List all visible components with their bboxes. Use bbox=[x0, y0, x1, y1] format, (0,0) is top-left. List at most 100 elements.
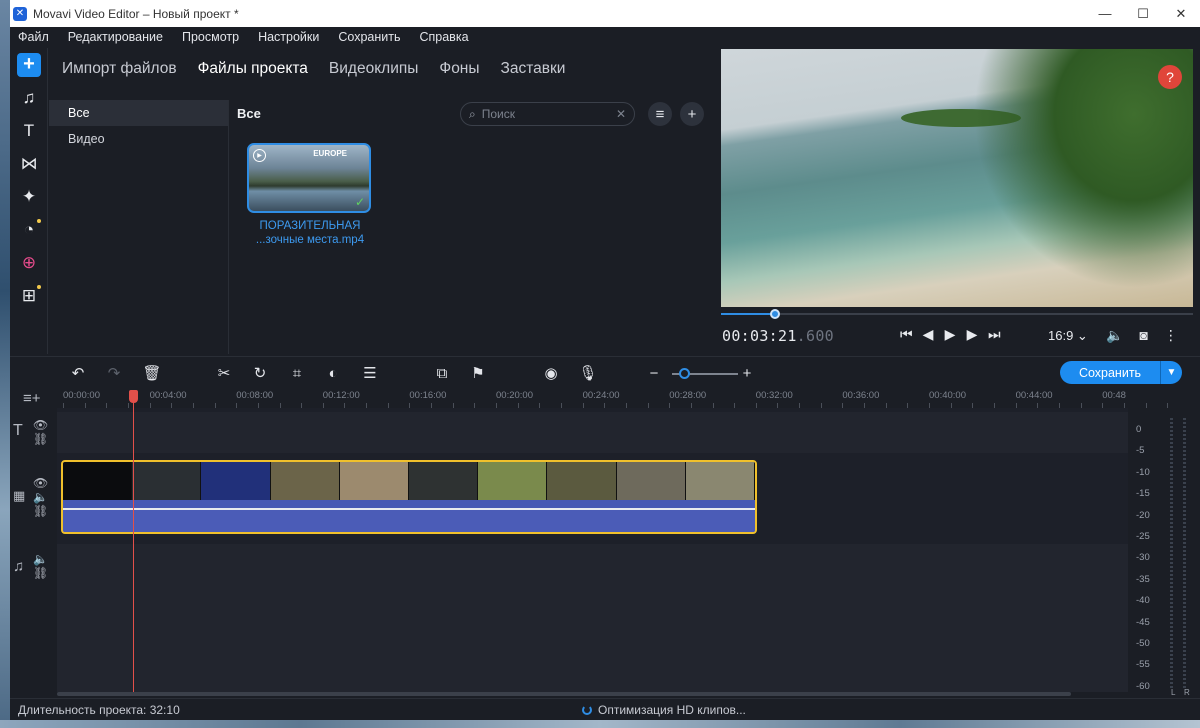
db-scale-label: -25 bbox=[1136, 531, 1150, 542]
db-scale-label: -45 bbox=[1136, 616, 1150, 628]
step-forward-icon[interactable]: ▶ bbox=[966, 326, 978, 343]
clip-frame bbox=[409, 462, 479, 500]
add-media-button[interactable]: + bbox=[10, 48, 48, 81]
tab-backgrounds[interactable]: Фоны bbox=[439, 60, 479, 78]
meter-bar-right bbox=[1183, 418, 1186, 688]
video-preview[interactable]: ? bbox=[721, 49, 1193, 307]
timeline-ruler[interactable]: 00:00:00 00:04:00 00:08:00 00:12:00 00:16:00… bbox=[57, 388, 1169, 408]
unlink-icon[interactable]: ⛓ bbox=[33, 432, 48, 446]
color-adjust-icon[interactable]: ◐ bbox=[323, 363, 343, 383]
highlight-icon[interactable]: ⧉ bbox=[432, 363, 452, 383]
menu-edit[interactable]: Редактирование bbox=[68, 30, 163, 44]
step-back-icon[interactable]: ◀ bbox=[922, 326, 934, 343]
crop-icon[interactable]: ⌗ bbox=[287, 363, 307, 383]
files-heading: Все bbox=[237, 106, 261, 121]
media-filename-line2: ...зочные места.mp4 bbox=[255, 234, 365, 246]
db-scale-label: -20 bbox=[1136, 509, 1150, 521]
snapshot-icon[interactable]: ◙ bbox=[1139, 327, 1147, 344]
preview-scrubber[interactable] bbox=[721, 309, 1193, 319]
ruler-tick-label: 00:36:00 bbox=[842, 390, 880, 401]
zoom-in-icon[interactable]: + bbox=[737, 363, 757, 383]
tab-project-files[interactable]: Файлы проекта bbox=[198, 60, 308, 78]
video-link-icon[interactable]: ⛓ bbox=[33, 504, 48, 518]
zoom-out-icon[interactable]: − bbox=[644, 363, 664, 383]
tab-import-files[interactable]: Импорт файлов bbox=[62, 60, 177, 78]
ruler-tick-label: 00:12:00 bbox=[322, 390, 360, 401]
search-input[interactable] bbox=[481, 107, 602, 121]
redo-icon[interactable]: ↷ bbox=[104, 363, 124, 383]
timeline-toolbar: ↶ ↷ 🗑 ✂ ↻ ⌗ ◐ ☰ ⧉ ⚑ ◉ 🎙 − + Сохранить ▼ bbox=[10, 356, 1200, 388]
delete-icon[interactable]: 🗑 bbox=[142, 363, 162, 383]
close-button[interactable]: ✕ bbox=[1162, 0, 1200, 27]
titles-tool-button[interactable]: T bbox=[10, 114, 48, 147]
timeline-video-clip[interactable] bbox=[61, 460, 757, 534]
tab-video-clips[interactable]: Видеоклипы bbox=[329, 60, 418, 78]
clip-audio-waveform[interactable] bbox=[63, 508, 755, 532]
thumbnail-tag: EUROPE bbox=[313, 149, 347, 158]
volume-icon[interactable]: 🔈 bbox=[1106, 327, 1123, 344]
scrubber-handle[interactable] bbox=[770, 309, 780, 319]
track-headers: ≡+ T 👁 ⛓ ▦ 👁 🔈 ⛓ ♫ 🔈 ⛓ bbox=[10, 388, 57, 692]
skip-start-icon[interactable]: ⏮ bbox=[900, 326, 913, 343]
clear-search-icon[interactable]: ✕ bbox=[616, 107, 626, 121]
title-track[interactable] bbox=[57, 412, 1128, 453]
db-scale-label: 0 bbox=[1136, 424, 1142, 435]
ruler-tick-label: 00:16:00 bbox=[409, 390, 447, 401]
clip-frames bbox=[63, 462, 755, 500]
search-box[interactable]: ⌕ ✕ bbox=[460, 102, 635, 126]
visibility-icon[interactable]: 👁 bbox=[33, 418, 48, 432]
maximize-button[interactable]: ☐ bbox=[1124, 0, 1162, 27]
add-file-button[interactable]: + bbox=[680, 102, 704, 126]
split-icon[interactable]: ✂ bbox=[214, 363, 234, 383]
transitions-tool-button[interactable]: ⋈ bbox=[10, 147, 48, 180]
clip-frame bbox=[339, 462, 410, 500]
media-filename-line1: ПОРАЗИТЕЛЬНАЯ bbox=[259, 220, 361, 232]
minimize-button[interactable]: — bbox=[1086, 0, 1124, 27]
skip-end-icon[interactable]: ⏭ bbox=[988, 326, 1001, 343]
menu-file[interactable]: Файл bbox=[18, 30, 49, 44]
category-all[interactable]: Все bbox=[49, 100, 228, 126]
category-video[interactable]: Видео bbox=[49, 126, 228, 152]
add-track-icon[interactable]: ≡+ bbox=[23, 390, 41, 407]
undo-icon[interactable]: ↶ bbox=[68, 363, 88, 383]
clip-frame bbox=[270, 462, 340, 500]
zoom-slider-handle[interactable] bbox=[679, 368, 690, 379]
microphone-icon[interactable]: 🎙 bbox=[578, 363, 598, 383]
media-thumbnail[interactable]: ▶ EUROPE ✓ bbox=[247, 143, 371, 213]
aspect-ratio-select[interactable]: 16:9 ⌄ bbox=[1048, 328, 1088, 344]
callouts-tool-button[interactable]: ⊕ bbox=[10, 246, 48, 279]
filters-tool-button[interactable]: ✦ bbox=[10, 180, 48, 213]
menu-help[interactable]: Справка bbox=[419, 30, 468, 44]
play-button-icon[interactable]: ▶ bbox=[944, 326, 956, 343]
category-list: Все Видео bbox=[49, 100, 229, 354]
menu-view[interactable]: Просмотр bbox=[182, 30, 239, 44]
webcam-icon[interactable]: ◉ bbox=[541, 363, 561, 383]
transitions-icon: ⋈ bbox=[20, 153, 38, 173]
menu-settings[interactable]: Настройки bbox=[258, 30, 319, 44]
more-options-icon[interactable]: ⋮ bbox=[1164, 327, 1178, 344]
db-scale-label: -5 bbox=[1136, 445, 1145, 457]
export-dropdown-icon[interactable]: ▼ bbox=[1160, 361, 1182, 384]
rotate-icon[interactable]: ↻ bbox=[250, 363, 270, 383]
stickers-tool-button[interactable]: ◔ bbox=[10, 213, 48, 246]
export-button[interactable]: Сохранить ▼ bbox=[1060, 361, 1182, 384]
ruler-tick-label: 00:32:00 bbox=[755, 390, 793, 401]
video-visibility-icon[interactable]: 👁 bbox=[33, 476, 48, 490]
help-button[interactable]: ? bbox=[1158, 65, 1182, 89]
audio-track[interactable] bbox=[57, 544, 1128, 692]
preview-panel: ? 00:03:21.600 ⏮ ◀ ▶ ▶ ⏭ 16:9 ⌄ 🔈 ◙ ⋮ bbox=[714, 48, 1200, 354]
more-tools-button[interactable]: ⊞ bbox=[10, 279, 48, 312]
optimizing-status: Оптимизация HD клипов... bbox=[582, 703, 746, 717]
clip-frame bbox=[132, 462, 202, 500]
video-mute-icon[interactable]: 🔈 bbox=[33, 490, 48, 504]
marker-flag-icon[interactable]: ⚑ bbox=[468, 363, 488, 383]
audio-mute-icon[interactable]: 🔈 bbox=[33, 552, 48, 566]
audio-link-icon[interactable]: ⛓ bbox=[33, 566, 48, 580]
menu-save[interactable]: Сохранить bbox=[338, 30, 400, 44]
clip-properties-icon[interactable]: ☰ bbox=[360, 363, 380, 383]
media-filename[interactable]: ПОРАЗИТЕЛЬНАЯ ...зочные места.mp4 bbox=[235, 219, 385, 247]
sort-button[interactable]: ≡ bbox=[648, 102, 672, 126]
timeline-scrollbar[interactable] bbox=[57, 692, 1071, 696]
tab-intros[interactable]: Заставки bbox=[501, 60, 566, 78]
music-tool-button[interactable]: ♫ bbox=[10, 81, 48, 114]
